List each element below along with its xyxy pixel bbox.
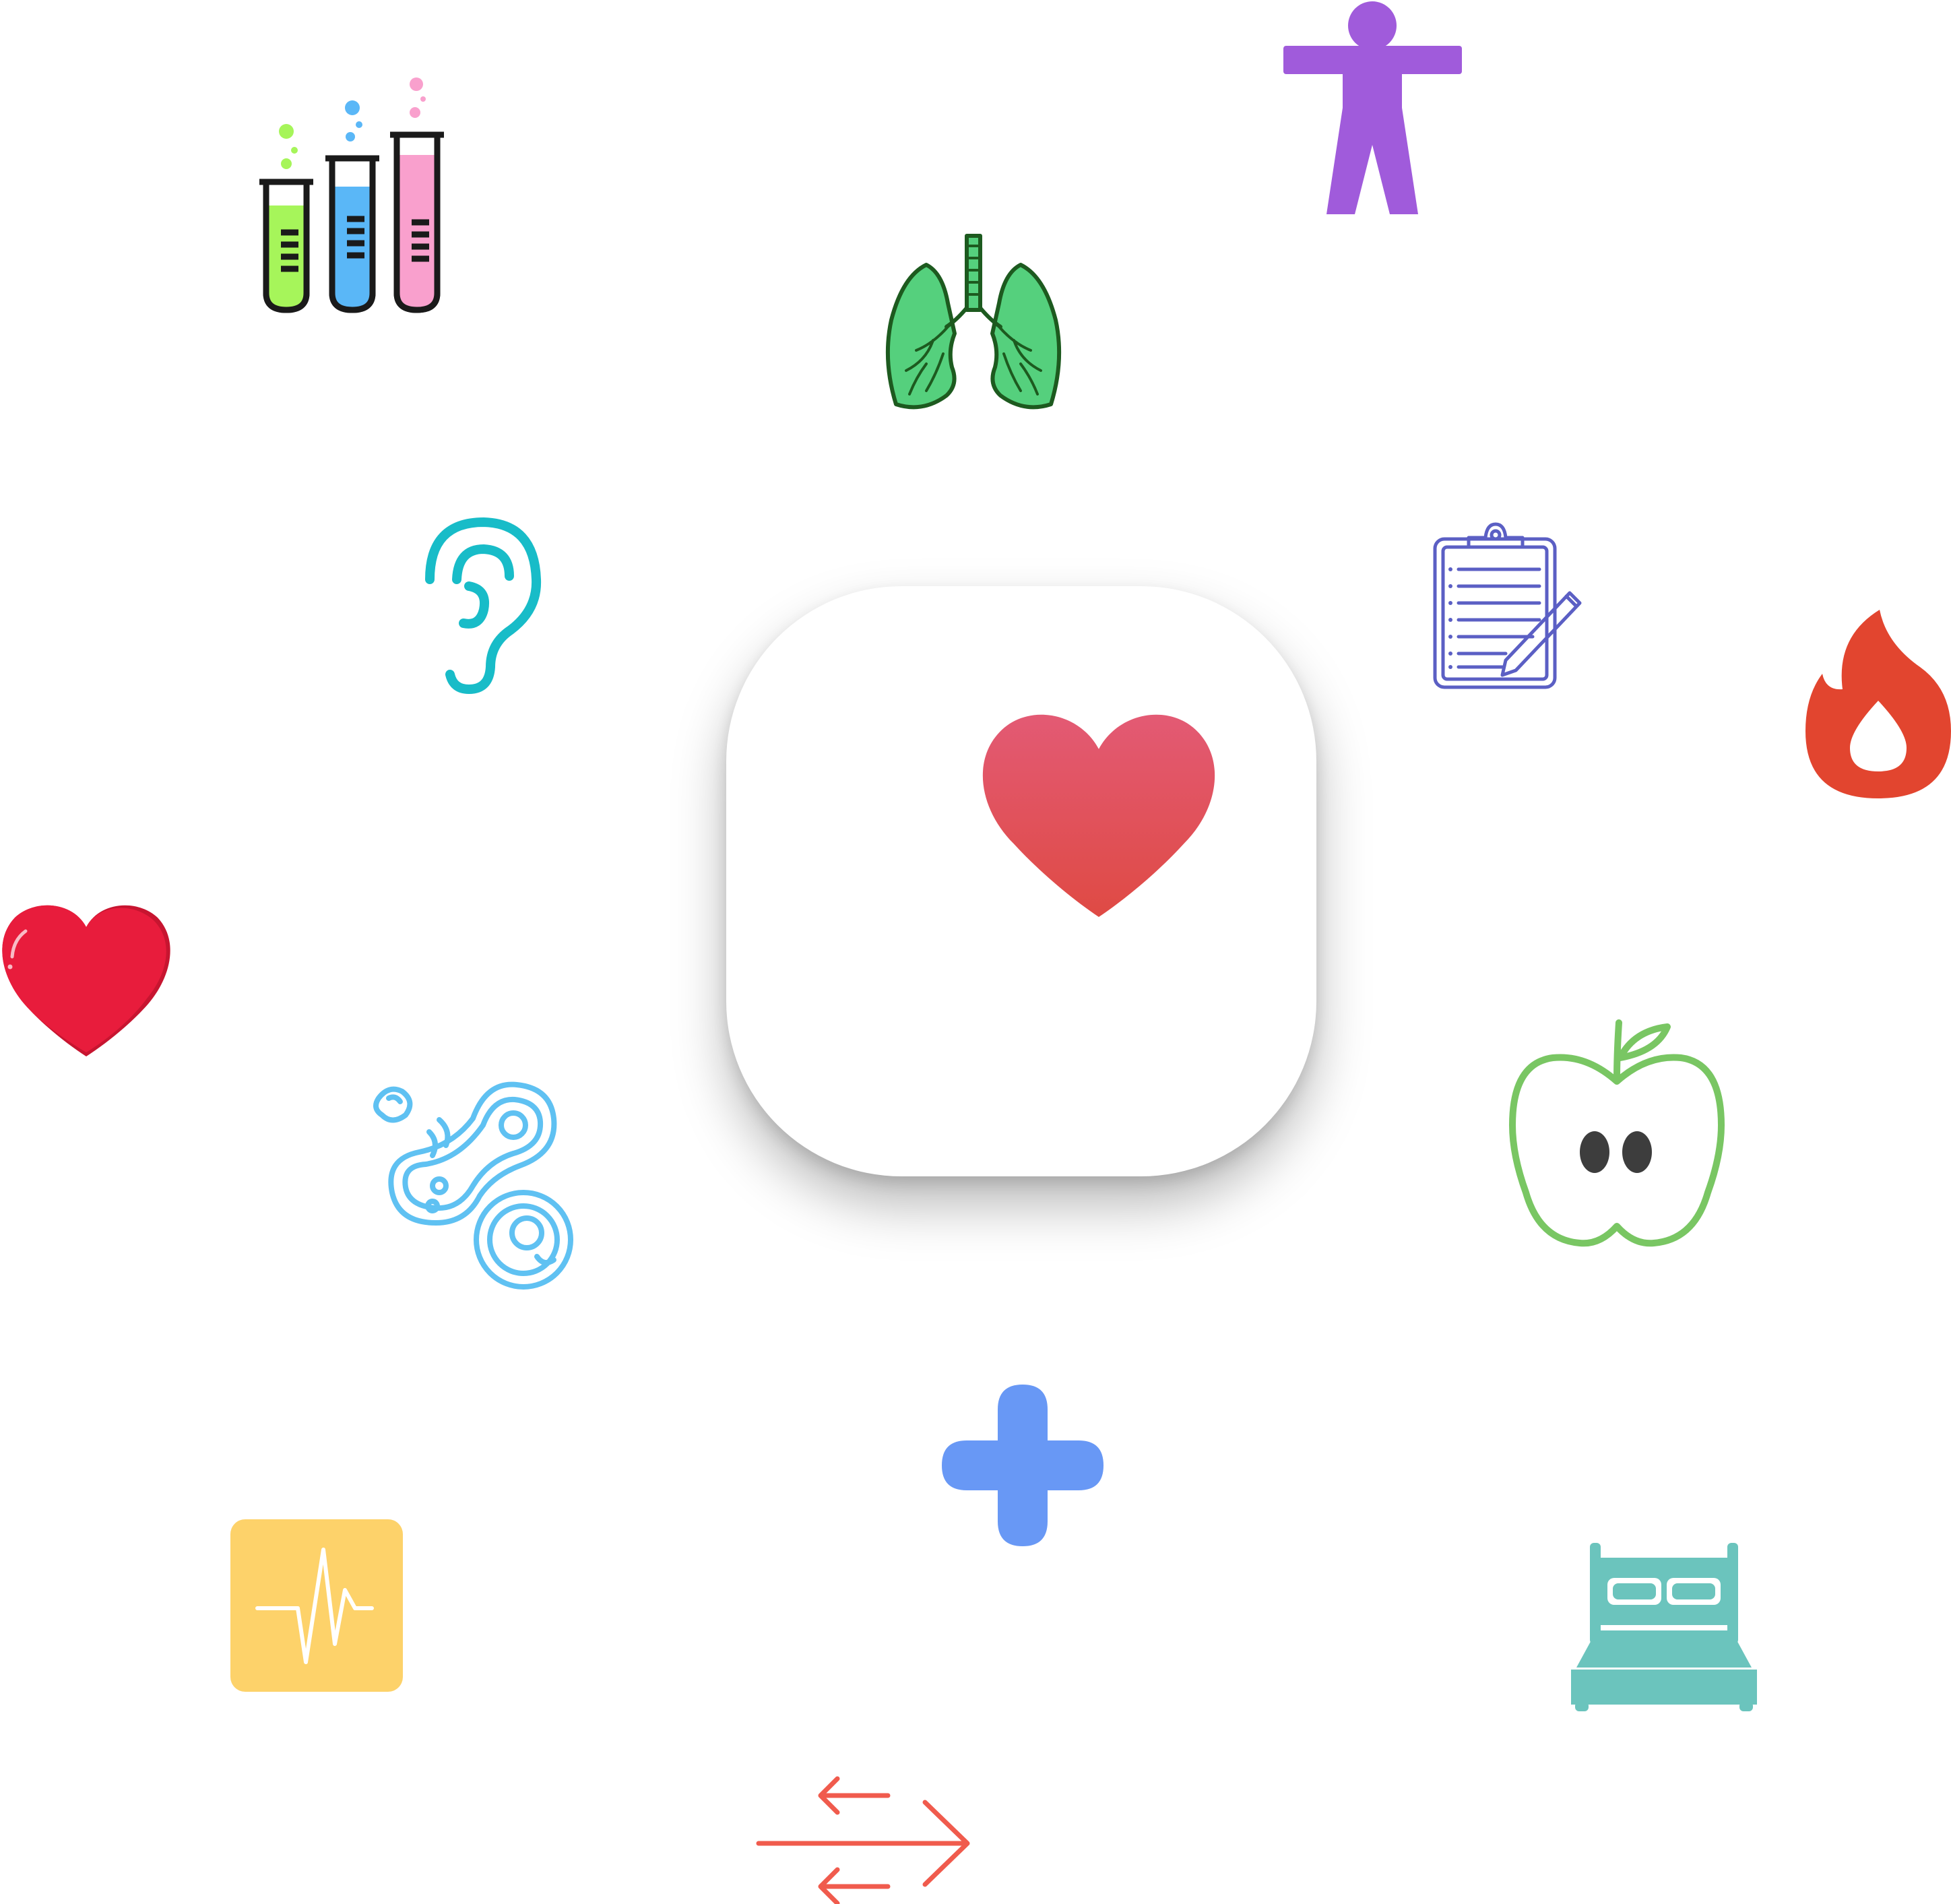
- ecg-icon: [230, 1519, 403, 1692]
- bed-icon: [1570, 1543, 1758, 1711]
- ear-icon: [416, 515, 544, 694]
- apple-icon: [1506, 1017, 1728, 1250]
- transfer-arrows-icon: [753, 1772, 976, 1904]
- heart-icon: [0, 903, 172, 1058]
- heart-app-icon: [978, 709, 1219, 922]
- lungs-icon: [879, 232, 1068, 414]
- body-figure-icon: [1283, 0, 1462, 216]
- health-app-tile[interactable]: [726, 586, 1316, 1176]
- cells-icon: [372, 1078, 591, 1294]
- plus-icon: [942, 1385, 1104, 1546]
- clipboard-icon: [1432, 519, 1587, 691]
- flame-icon: [1805, 610, 1951, 798]
- test-tubes-icon: [253, 71, 451, 320]
